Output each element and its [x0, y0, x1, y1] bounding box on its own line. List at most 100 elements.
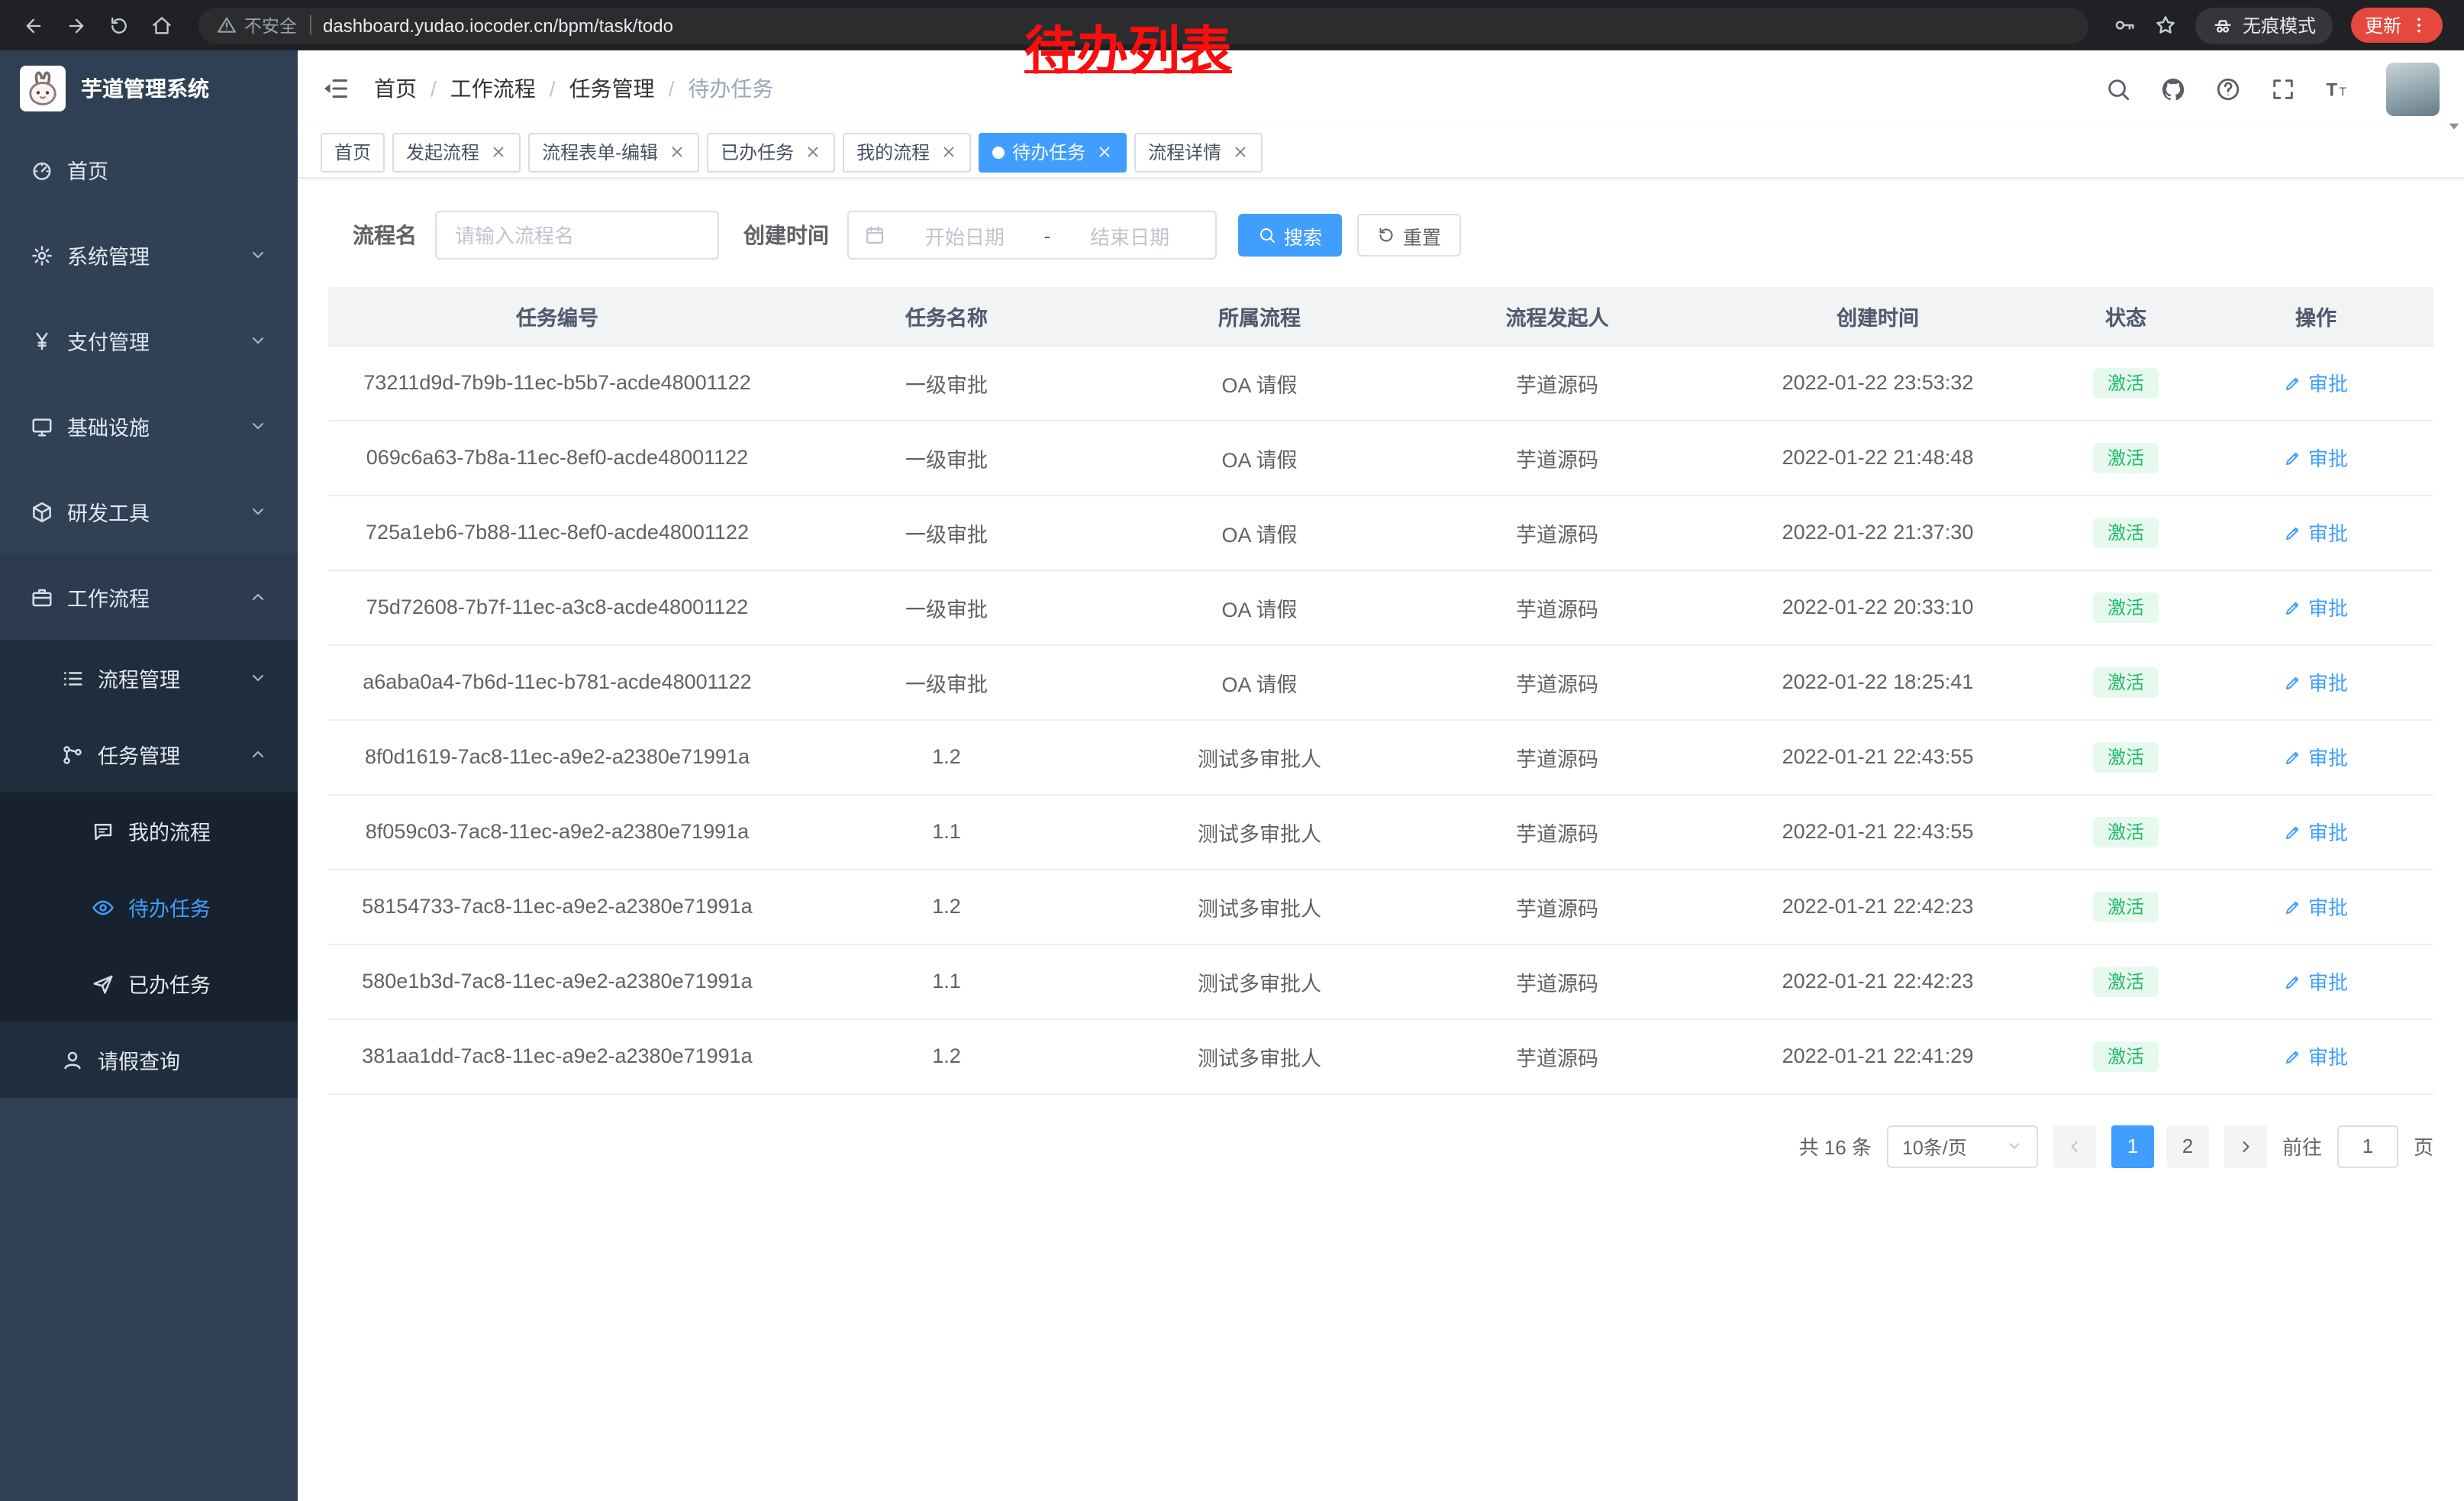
tab-tag[interactable]: 首页 — [321, 132, 385, 172]
column-header: 任务名称 — [786, 287, 1107, 345]
task-name-cell: 一级审批 — [786, 345, 1107, 420]
browser-update-button[interactable]: 更新 — [2351, 8, 2443, 43]
create-time-range-picker[interactable]: 开始日期 - 结束日期 — [847, 211, 1217, 260]
goto-suffix: 页 — [2414, 1131, 2433, 1160]
tab-tag[interactable]: 我的流程 — [843, 132, 971, 172]
approve-link[interactable]: 审批 — [2284, 667, 2348, 696]
back-button[interactable] — [15, 7, 52, 44]
edit-icon — [2284, 523, 2302, 541]
page-size-value: 10条/页 — [1902, 1131, 1967, 1160]
close-icon[interactable] — [1232, 144, 1249, 160]
approve-link[interactable]: 审批 — [2284, 742, 2348, 771]
close-icon[interactable] — [490, 144, 507, 160]
sidebar-item[interactable]: 基础设施 — [0, 383, 298, 469]
reload-button[interactable] — [101, 7, 137, 44]
approve-link[interactable]: 审批 — [2284, 368, 2348, 397]
user-menu[interactable] — [2386, 62, 2440, 115]
page-size-select[interactable]: 10条/页 — [1887, 1125, 2038, 1167]
sidebar-item[interactable]: 工作流程 — [0, 554, 298, 640]
home-button[interactable] — [144, 7, 180, 44]
bookmark-star-icon[interactable] — [2154, 14, 2177, 37]
close-icon[interactable] — [805, 144, 821, 160]
tab-tag[interactable]: 流程详情 — [1134, 132, 1263, 172]
range-separator: - — [1035, 224, 1060, 247]
forward-button[interactable] — [58, 7, 95, 44]
fullscreen-icon[interactable] — [2270, 76, 2296, 102]
pagination: 共 16 条 10条/页 1 2 前往 — [328, 1125, 2433, 1167]
task-id-cell: 58154733-7ac8-11ec-a9e2-a2380e71991a — [328, 869, 786, 944]
sidebar-item[interactable]: 请假查询 — [0, 1022, 298, 1098]
calendar-icon — [864, 224, 885, 246]
edit-icon — [2284, 822, 2302, 841]
dashboard-icon — [31, 158, 53, 181]
sidebar-item[interactable]: 已办任务 — [0, 945, 298, 1022]
tab-tag[interactable]: 发起流程 — [392, 132, 521, 172]
tab-tag[interactable]: 已办任务 — [707, 132, 835, 172]
search-button[interactable]: 搜索 — [1238, 214, 1342, 257]
approve-link[interactable]: 审批 — [2284, 892, 2348, 921]
approve-link[interactable]: 审批 — [2284, 592, 2348, 621]
created-time-cell: 2022-01-22 23:53:32 — [1702, 345, 2053, 420]
process-name-input[interactable] — [435, 211, 719, 260]
kebab-menu-icon — [2409, 15, 2429, 35]
font-size-icon[interactable]: TT — [2325, 76, 2351, 102]
chevron-icon — [249, 745, 267, 763]
breadcrumb-item[interactable]: 首页 — [374, 73, 417, 104]
approve-link[interactable]: 审批 — [2284, 817, 2348, 846]
sidebar-item-label: 基础设施 — [67, 411, 150, 441]
approve-link[interactable]: 审批 — [2284, 518, 2348, 547]
process-cell: OA 请假 — [1107, 495, 1412, 570]
breadcrumb-item[interactable]: / 工作流程 — [417, 73, 536, 104]
task-id-cell: 73211d9d-7b9b-11ec-b5b7-acde48001122 — [328, 345, 786, 420]
sidebar-item[interactable]: 流程管理 — [0, 640, 298, 716]
status-badge: 激活 — [2094, 1041, 2158, 1071]
approve-link[interactable]: 审批 — [2284, 443, 2348, 472]
goto-page-input[interactable] — [2337, 1125, 2398, 1167]
breadcrumb-item[interactable]: / 任务管理 — [536, 73, 655, 104]
task-id-cell: 8f0d1619-7ac8-11ec-a9e2-a2380e71991a — [328, 719, 786, 794]
help-icon[interactable] — [2215, 76, 2241, 102]
avatar[interactable] — [2386, 62, 2440, 115]
page-button[interactable]: 1 — [2111, 1125, 2154, 1167]
reset-button[interactable]: 重置 — [1357, 214, 1461, 257]
search-icon — [1258, 226, 1276, 244]
chevron-icon — [249, 331, 267, 350]
tab-tag[interactable]: 待办任务 — [979, 132, 1127, 172]
sidebar-item[interactable]: 待办任务 — [0, 869, 298, 945]
password-key-icon[interactable] — [2113, 14, 2136, 37]
close-icon[interactable] — [669, 144, 685, 160]
approve-link[interactable]: 审批 — [2284, 1041, 2348, 1070]
prev-page-button[interactable] — [2053, 1125, 2096, 1167]
sidebar-item[interactable]: 首页 — [0, 127, 298, 212]
search-icon[interactable] — [2105, 76, 2131, 102]
incognito-badge: 无痕模式 — [2195, 7, 2333, 44]
tab-tag[interactable]: 流程表单-编辑 — [528, 132, 699, 172]
close-icon[interactable] — [940, 144, 957, 160]
approve-label: 审批 — [2308, 368, 2348, 397]
approve-label: 审批 — [2308, 817, 2348, 846]
status-cell: 激活 — [2053, 1018, 2198, 1093]
sidebar-item[interactable]: 研发工具 — [0, 469, 298, 554]
sidebar: 芋道管理系统 首页 系统管理 — [0, 50, 298, 1501]
approve-link[interactable]: 审批 — [2284, 967, 2348, 996]
app-logo[interactable]: 芋道管理系统 — [0, 50, 298, 127]
action-cell: 审批 — [2198, 570, 2433, 644]
breadcrumb-item[interactable]: / 待办任务 — [655, 73, 774, 104]
process-name-label: 流程名 — [353, 220, 417, 250]
sidebar-item[interactable]: 支付管理 — [0, 298, 298, 383]
github-icon[interactable] — [2160, 76, 2186, 102]
sidebar-fold-icon[interactable] — [322, 75, 350, 102]
created-time-cell: 2022-01-22 21:37:30 — [1702, 495, 2053, 570]
next-page-button[interactable] — [2224, 1125, 2267, 1167]
task-name-cell: 1.2 — [786, 1018, 1107, 1093]
page-button[interactable]: 2 — [2166, 1125, 2209, 1167]
main-area: 首页 / 工作流程 / 任务管理 / — [298, 50, 2464, 1501]
security-chip[interactable]: 不安全 — [217, 13, 297, 37]
omnibox-divider — [309, 15, 311, 35]
close-icon[interactable] — [1096, 144, 1113, 160]
sidebar-item[interactable]: 我的流程 — [0, 792, 298, 869]
sidebar-item[interactable]: 任务管理 — [0, 716, 298, 792]
sidebar-item[interactable]: 系统管理 — [0, 212, 298, 298]
warning-icon — [217, 15, 237, 35]
initiator-cell: 芋道源码 — [1412, 644, 1702, 719]
